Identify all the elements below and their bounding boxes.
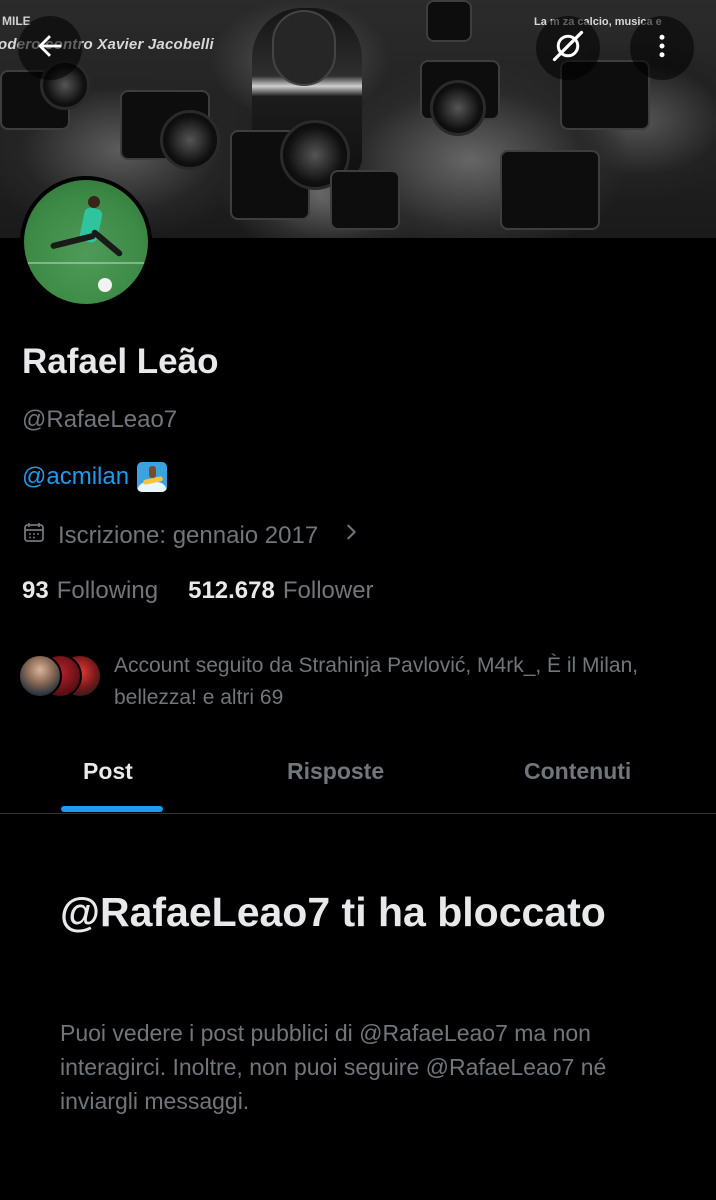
bio-mention-link[interactable]: @acmilan	[22, 463, 129, 491]
banner-camera-lens	[430, 80, 486, 136]
avatar-ball	[98, 278, 112, 292]
avatar-player-leg	[90, 228, 124, 258]
profile-bio: @acmilan	[22, 462, 168, 492]
follow-stats: 93 Following 512.678 Follower	[22, 577, 374, 605]
banner-camera	[330, 170, 400, 230]
followed-by-row[interactable]: Account seguito da Strahinja Pavlović, M…	[18, 650, 698, 714]
banner-figure-head	[272, 10, 336, 86]
person-surfing-emoji	[137, 462, 168, 492]
followed-by-text: Account seguito da Strahinja Pavlović, M…	[114, 654, 639, 709]
join-date-row[interactable]: Iscrizione: gennaio 2017	[22, 520, 362, 551]
grok-button[interactable]	[536, 16, 600, 80]
calendar-icon	[22, 520, 46, 551]
following-link[interactable]: 93 Following	[22, 577, 158, 605]
join-date-text: Iscrizione: gennaio 2017	[58, 521, 319, 549]
avatar	[18, 654, 62, 698]
tab-risposte[interactable]: Risposte	[287, 758, 384, 785]
blocked-description: Puoi vedere i post pubblici di @RafaeLea…	[60, 1020, 607, 1114]
following-count: 93	[22, 577, 49, 604]
banner-camera	[426, 0, 472, 42]
more-vertical-icon	[647, 31, 677, 66]
profile-name: Rafael Leão	[22, 342, 219, 381]
more-options-button[interactable]	[630, 16, 694, 80]
profile-tabs: Post Risposte Contenuti	[0, 742, 716, 814]
grok-icon	[550, 28, 586, 69]
banner-camera-lens	[160, 110, 220, 170]
followers-link[interactable]: 512.678 Follower	[188, 577, 373, 605]
profile-avatar[interactable]	[20, 176, 152, 308]
chevron-right-icon	[340, 521, 362, 550]
followers-label: Follower	[282, 577, 374, 604]
mutual-avatars	[18, 654, 104, 700]
tab-post[interactable]: Post	[83, 758, 133, 785]
tab-contenuti[interactable]: Contenuti	[524, 758, 631, 785]
arrow-left-icon	[33, 29, 67, 68]
following-label: Following	[56, 577, 159, 604]
blocked-title: @RafaeLeao7 ti ha bloccato	[60, 889, 606, 935]
profile-handle: @RafaeLeao7	[22, 406, 178, 433]
avatar-pitch-line	[24, 262, 148, 264]
back-button[interactable]	[18, 16, 82, 80]
followers-count: 512.678	[188, 577, 275, 604]
avatar-player-head	[88, 196, 100, 208]
banner-camera	[500, 150, 600, 230]
active-tab-indicator	[61, 806, 163, 812]
